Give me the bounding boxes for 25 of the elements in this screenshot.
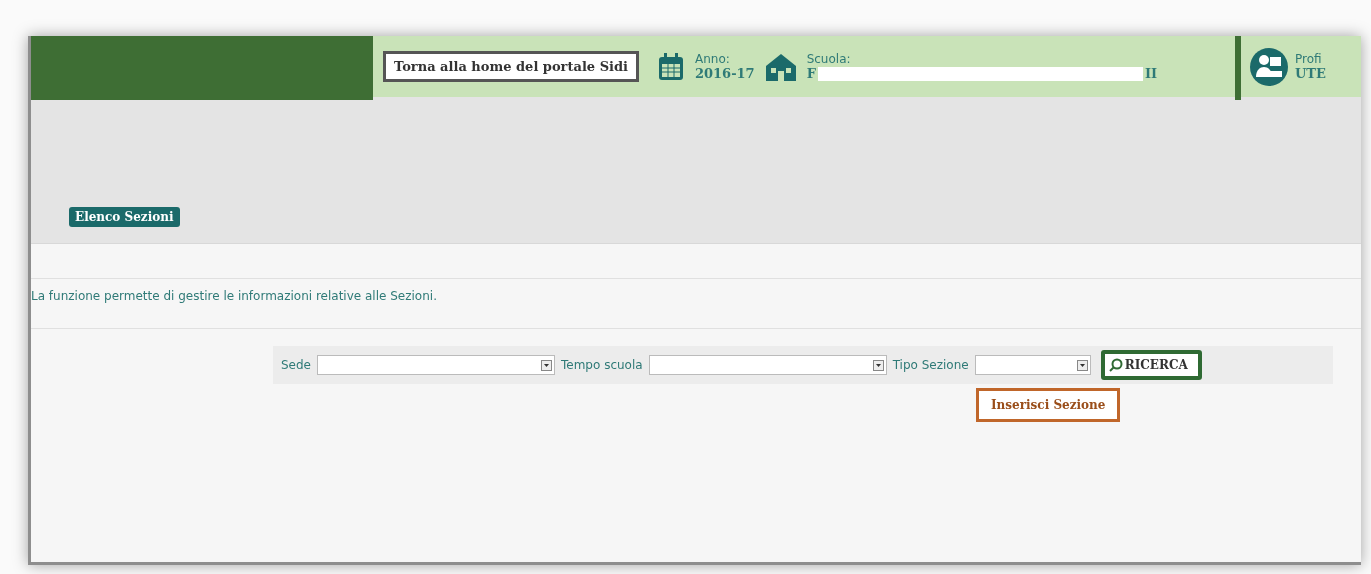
profile-label: Profi bbox=[1295, 52, 1323, 66]
search-icon bbox=[1108, 358, 1123, 372]
school-value-end: II bbox=[1144, 66, 1158, 81]
dropdown-field[interactable] bbox=[317, 355, 555, 375]
profile-value: UTE bbox=[1295, 66, 1326, 81]
year-label: Anno: bbox=[695, 52, 731, 66]
filter-label: Sede bbox=[281, 358, 311, 372]
year-value: 2016-17 bbox=[695, 66, 755, 81]
dropdown-field[interactable] bbox=[974, 355, 1091, 375]
filter-label: Tipo Sezione bbox=[892, 358, 969, 372]
calendar-icon bbox=[657, 51, 685, 82]
home-portal-button[interactable]: Torna alla home del portale Sidi bbox=[383, 51, 639, 82]
caret-icon bbox=[872, 359, 884, 371]
dropdown-field[interactable] bbox=[648, 355, 887, 375]
caret-icon bbox=[1076, 359, 1088, 371]
caret-icon bbox=[541, 359, 552, 371]
section-title-tab[interactable]: Elenco Sezioni bbox=[69, 207, 180, 227]
school-value: F bbox=[806, 66, 816, 81]
search-button[interactable]: RICERCA bbox=[1100, 350, 1202, 380]
filter-label: Tempo scuola bbox=[561, 358, 643, 372]
house-icon bbox=[764, 51, 797, 82]
description-text: La funzione permette di gestire le informazioni relative alle Sezioni. bbox=[31, 289, 438, 303]
user-at-desk-icon bbox=[1249, 46, 1289, 87]
school-label: Scuola: bbox=[806, 52, 852, 66]
insert-section-button[interactable]: Inserisci Sezione bbox=[976, 388, 1121, 422]
